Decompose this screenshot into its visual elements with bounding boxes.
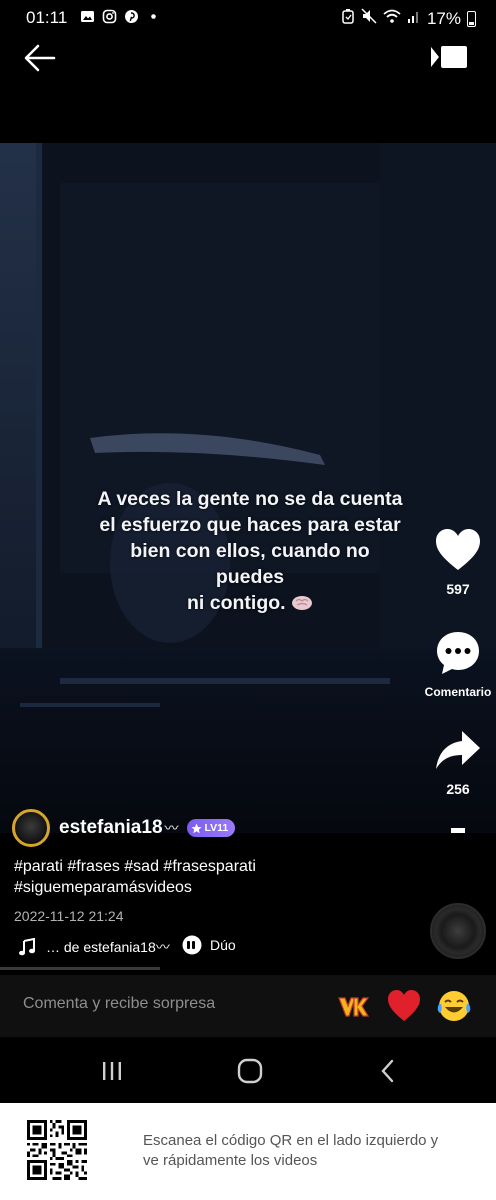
chevron-left-icon bbox=[381, 1059, 394, 1083]
pinterest-icon bbox=[124, 9, 139, 24]
heart-icon bbox=[436, 529, 480, 570]
recents-button[interactable] bbox=[98, 1057, 126, 1085]
wifi-icon bbox=[383, 8, 401, 29]
kwai-sticker-icon bbox=[338, 997, 370, 1017]
battery-text: 17% bbox=[426, 8, 461, 28]
share-count: 256 bbox=[446, 781, 470, 797]
system-back-button[interactable] bbox=[374, 1057, 402, 1085]
share-button[interactable]: 256 bbox=[420, 728, 496, 797]
author-suffix: 〰 bbox=[164, 820, 179, 836]
caption-line: bien con ellos, cuando no puedes bbox=[130, 540, 370, 588]
comment-input[interactable]: Comenta y recibe sorpresa bbox=[23, 995, 215, 1013]
caption-line: ni contigo. bbox=[187, 592, 286, 614]
comment-bubble-icon bbox=[437, 632, 479, 674]
status-bar: 01:11 17% bbox=[0, 0, 496, 36]
video-caption: A veces la gente no se da cuenta el esfu… bbox=[96, 486, 404, 616]
music-disc[interactable] bbox=[430, 903, 486, 959]
video-progress-bar[interactable] bbox=[0, 967, 160, 970]
hashtags-line[interactable]: #parati #frases #sad #frasesparati bbox=[14, 856, 414, 877]
avatar[interactable] bbox=[12, 809, 50, 847]
hashtags-line[interactable]: #siguemeparamásvideos bbox=[14, 877, 414, 898]
back-button[interactable] bbox=[22, 40, 58, 76]
status-time: 01:11 bbox=[26, 8, 68, 27]
top-bar bbox=[0, 36, 496, 143]
caption-line: A veces la gente no se da cuenta bbox=[97, 488, 403, 510]
dot-icon bbox=[146, 9, 161, 24]
caption-line-last: ni contigo. bbox=[96, 590, 404, 616]
music-row[interactable]: … de estefania18〰 bbox=[18, 937, 192, 957]
instagram-icon bbox=[102, 9, 117, 24]
brain-emoji-icon bbox=[292, 596, 312, 610]
home-icon bbox=[237, 1058, 263, 1084]
video-cast-icon bbox=[431, 46, 467, 68]
share-arrow-icon bbox=[436, 731, 480, 769]
music-title: … de estefania18〰 bbox=[46, 939, 170, 955]
home-button[interactable] bbox=[236, 1057, 264, 1085]
level-badge: LV11 bbox=[186, 819, 236, 837]
comment-bar: Comenta y recibe sorpresa bbox=[0, 975, 496, 1037]
comment-label: Comentario bbox=[424, 685, 492, 699]
notification-icons bbox=[80, 9, 161, 24]
kwai-sticker-button[interactable] bbox=[336, 988, 372, 1024]
like-count: 597 bbox=[446, 581, 470, 597]
signal-icon bbox=[407, 8, 421, 29]
like-button[interactable]: 597 bbox=[420, 528, 496, 597]
author-row: estefania18 〰 LV11 bbox=[12, 809, 236, 847]
red-heart-icon bbox=[388, 990, 420, 1021]
music-note-icon bbox=[19, 938, 35, 956]
gallery-icon bbox=[80, 9, 95, 24]
heart-emoji-button[interactable] bbox=[386, 988, 422, 1024]
duo-button[interactable]: Dúo bbox=[182, 935, 236, 955]
laugh-emoji-button[interactable] bbox=[436, 988, 472, 1024]
system-nav-bar bbox=[0, 1037, 496, 1103]
alarm-icon bbox=[341, 8, 355, 29]
qr-banner-text: Escanea el código QR en el lado izquierd… bbox=[143, 1132, 439, 1169]
hashtags: #parati #frases #sad #frasesparati #sigu… bbox=[14, 856, 414, 898]
battery-icon bbox=[467, 10, 476, 27]
caption-line: el esfuerzo que haces para estar bbox=[99, 514, 401, 536]
qr-code-icon bbox=[27, 1120, 87, 1180]
mute-icon bbox=[361, 8, 377, 29]
recents-icon bbox=[103, 1062, 121, 1080]
level-text: LV11 bbox=[204, 822, 229, 834]
post-timestamp: 2022-11-12 21:24 bbox=[14, 908, 124, 924]
qr-banner: Escanea el código QR en el lado izquierd… bbox=[0, 1103, 496, 1200]
comment-button[interactable]: Comentario bbox=[420, 630, 496, 699]
badge-star-icon bbox=[191, 823, 202, 833]
cast-button[interactable] bbox=[428, 42, 470, 72]
post-info: estefania18 〰 LV11 #parati #frases #sad … bbox=[0, 809, 496, 975]
author-name[interactable]: estefania18 bbox=[59, 817, 163, 839]
duo-label: Dúo bbox=[210, 937, 236, 953]
arrow-left-icon bbox=[24, 44, 56, 72]
duo-icon bbox=[182, 935, 202, 955]
laughing-tears-icon bbox=[437, 991, 471, 1021]
status-right: 17% bbox=[341, 8, 476, 29]
